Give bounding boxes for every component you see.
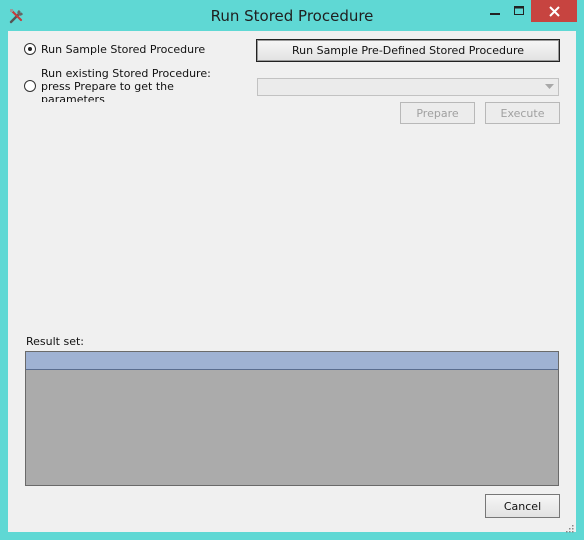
- chevron-down-icon[interactable]: [542, 80, 557, 94]
- result-set-grid[interactable]: [25, 351, 559, 486]
- sample-procedure-label[interactable]: Run Sample Stored Procedure: [41, 43, 205, 56]
- resize-grip-icon[interactable]: [564, 520, 574, 533]
- maximize-icon: [514, 6, 524, 15]
- minimize-icon: [490, 13, 500, 15]
- execute-button[interactable]: Execute: [485, 102, 560, 124]
- title-bar[interactable]: Run Stored Procedure: [0, 0, 584, 32]
- run-predefined-button[interactable]: Run Sample Pre-Defined Stored Procedure: [256, 39, 560, 62]
- radio-sample-procedure[interactable]: [24, 43, 36, 55]
- dialog-body: Run Sample Stored Procedure Run Sample P…: [8, 31, 576, 533]
- dialog-window: Run Stored Procedure Run Sample Stored P…: [0, 0, 584, 540]
- grid-header: [26, 352, 558, 370]
- cancel-button[interactable]: Cancel: [485, 494, 560, 518]
- existing-procedure-label[interactable]: Run existing Stored Procedure: press Pre…: [41, 69, 211, 102]
- radio-existing-procedure[interactable]: [24, 80, 36, 92]
- prepare-button[interactable]: Prepare: [400, 102, 475, 124]
- minimize-button[interactable]: [482, 0, 508, 22]
- close-button[interactable]: [531, 0, 577, 22]
- result-set-label: Result set:: [26, 335, 85, 348]
- close-icon: [548, 5, 560, 17]
- existing-procedure-label-clip: Run existing Stored Procedure: press Pre…: [41, 69, 221, 102]
- procedure-select[interactable]: [257, 78, 559, 96]
- maximize-button[interactable]: [508, 0, 530, 22]
